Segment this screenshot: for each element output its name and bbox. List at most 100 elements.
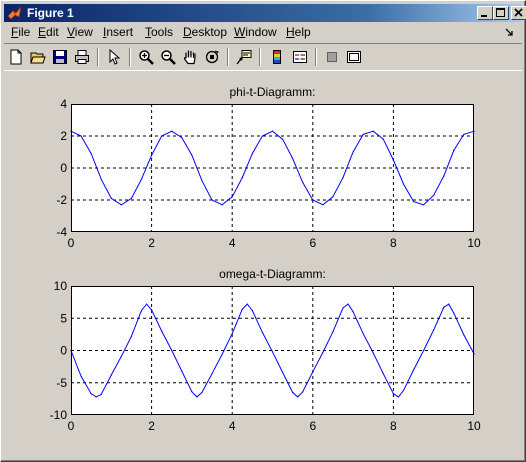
data-point [322, 204, 324, 206]
hide-plot-tools-button[interactable] [322, 47, 342, 67]
toolbar-separator [227, 48, 229, 66]
data-point [443, 306, 445, 308]
menu-bar: File Edit View Insert Tools Desktop Window Help [4, 23, 522, 41]
data-point [231, 196, 233, 198]
data-point [241, 308, 243, 310]
menu-help[interactable]: Help [286, 25, 311, 39]
data-point [302, 181, 304, 183]
data-point [246, 303, 248, 305]
y-tick-label: 0 [60, 344, 67, 358]
close-button[interactable] [511, 6, 526, 20]
data-point [362, 133, 364, 135]
menu-desktop[interactable]: Desktop [183, 25, 227, 39]
window-title: Figure 1 [27, 6, 74, 20]
data-point [271, 130, 274, 132]
y-tick-label: 5 [60, 311, 67, 325]
hide-plot-tools-icon [327, 52, 337, 62]
data-point [231, 333, 233, 335]
data-point [120, 355, 122, 357]
data-point [211, 373, 213, 375]
new-file-button[interactable] [6, 47, 26, 67]
data-point [423, 349, 425, 352]
data-point [372, 130, 374, 132]
toolbar-separator [259, 48, 261, 66]
data-point [90, 393, 92, 395]
x-tick-label: 10 [467, 236, 481, 250]
maximize-button[interactable] [493, 6, 509, 20]
menu-edit[interactable]: Edit [38, 25, 59, 39]
zoom-out-button[interactable] [158, 47, 178, 67]
data-point [332, 331, 334, 333]
data-point [372, 352, 374, 354]
title-bar[interactable]: Figure 1 [4, 4, 526, 22]
data-point [140, 309, 143, 312]
minimize-icon [481, 15, 487, 17]
minimize-button[interactable] [477, 6, 493, 20]
pointer-arrow-icon [109, 49, 121, 65]
rotate-3d-button[interactable] [202, 47, 222, 67]
chart-title: omega-t-Diagramm: [219, 267, 326, 281]
y-tick-label: 0 [60, 161, 67, 175]
data-cursor-button[interactable] [234, 47, 254, 67]
edit-plot-button[interactable] [104, 47, 124, 67]
data-point [261, 135, 264, 137]
x-tick-label: 0 [68, 236, 75, 250]
matlab-logo-icon [7, 6, 22, 20]
zoom-out-icon [161, 50, 176, 65]
x-tick-label: 6 [309, 419, 316, 433]
data-point [171, 130, 173, 132]
data-point [251, 309, 253, 312]
x-tick-label: 0 [68, 419, 75, 433]
data-point [322, 351, 324, 354]
open-folder-icon [30, 52, 46, 64]
print-button[interactable] [72, 47, 92, 67]
data-point [201, 180, 203, 182]
data-point [382, 373, 384, 375]
data-point [402, 183, 405, 185]
data-point [297, 396, 299, 398]
data-point [110, 197, 112, 199]
menu-insert[interactable]: Insert [103, 25, 133, 39]
menu-view[interactable]: View [67, 25, 93, 39]
show-plot-tools-button[interactable] [344, 47, 364, 67]
data-point [261, 331, 264, 334]
insert-legend-button[interactable] [290, 47, 310, 67]
pan-hand-icon [183, 50, 196, 65]
data-point [181, 137, 183, 139]
pan-button[interactable] [180, 47, 200, 67]
data-point [191, 154, 193, 156]
data-point [352, 311, 354, 313]
open-file-button[interactable] [28, 47, 48, 67]
data-point [443, 175, 445, 177]
zoom-in-icon [139, 50, 154, 65]
data-point [433, 329, 435, 331]
data-point [241, 177, 243, 179]
menu-window[interactable]: Window [234, 25, 277, 39]
data-point [302, 391, 304, 393]
data-point [453, 149, 455, 151]
y-tick-label: -5 [56, 376, 67, 390]
data-point [362, 333, 364, 335]
new-file-icon [10, 49, 22, 65]
colorbar-icon [273, 50, 281, 64]
data-point [130, 335, 133, 337]
data-point [191, 391, 193, 393]
menu-tools[interactable]: Tools [145, 25, 173, 39]
plots-svg: 0 2 4 6 8 10 -4 -2 0 2 4 phi-t-Diagramm: 0 2 4 6 8 10 -10 -… [50, 85, 481, 433]
dock-arrow-icon[interactable] [504, 26, 516, 38]
zoom-in-button[interactable] [136, 47, 156, 67]
save-button[interactable] [50, 47, 70, 67]
data-point [271, 351, 274, 353]
x-tick-label: 4 [229, 419, 236, 433]
data-point [342, 177, 344, 179]
data-point [412, 201, 415, 203]
y-tick-label: -4 [56, 225, 67, 239]
data-point [453, 312, 455, 314]
insert-colorbar-button[interactable] [267, 47, 287, 67]
figure-canvas: 0 2 4 6 8 10 -4 -2 0 2 4 phi-t-Diagramm: 0 2 4 6 8 10 -10 -… [4, 72, 522, 458]
save-icon [53, 50, 67, 64]
data-point [90, 153, 92, 155]
data-point [347, 303, 349, 305]
menu-file[interactable]: File [11, 25, 30, 39]
data-point [433, 194, 435, 196]
